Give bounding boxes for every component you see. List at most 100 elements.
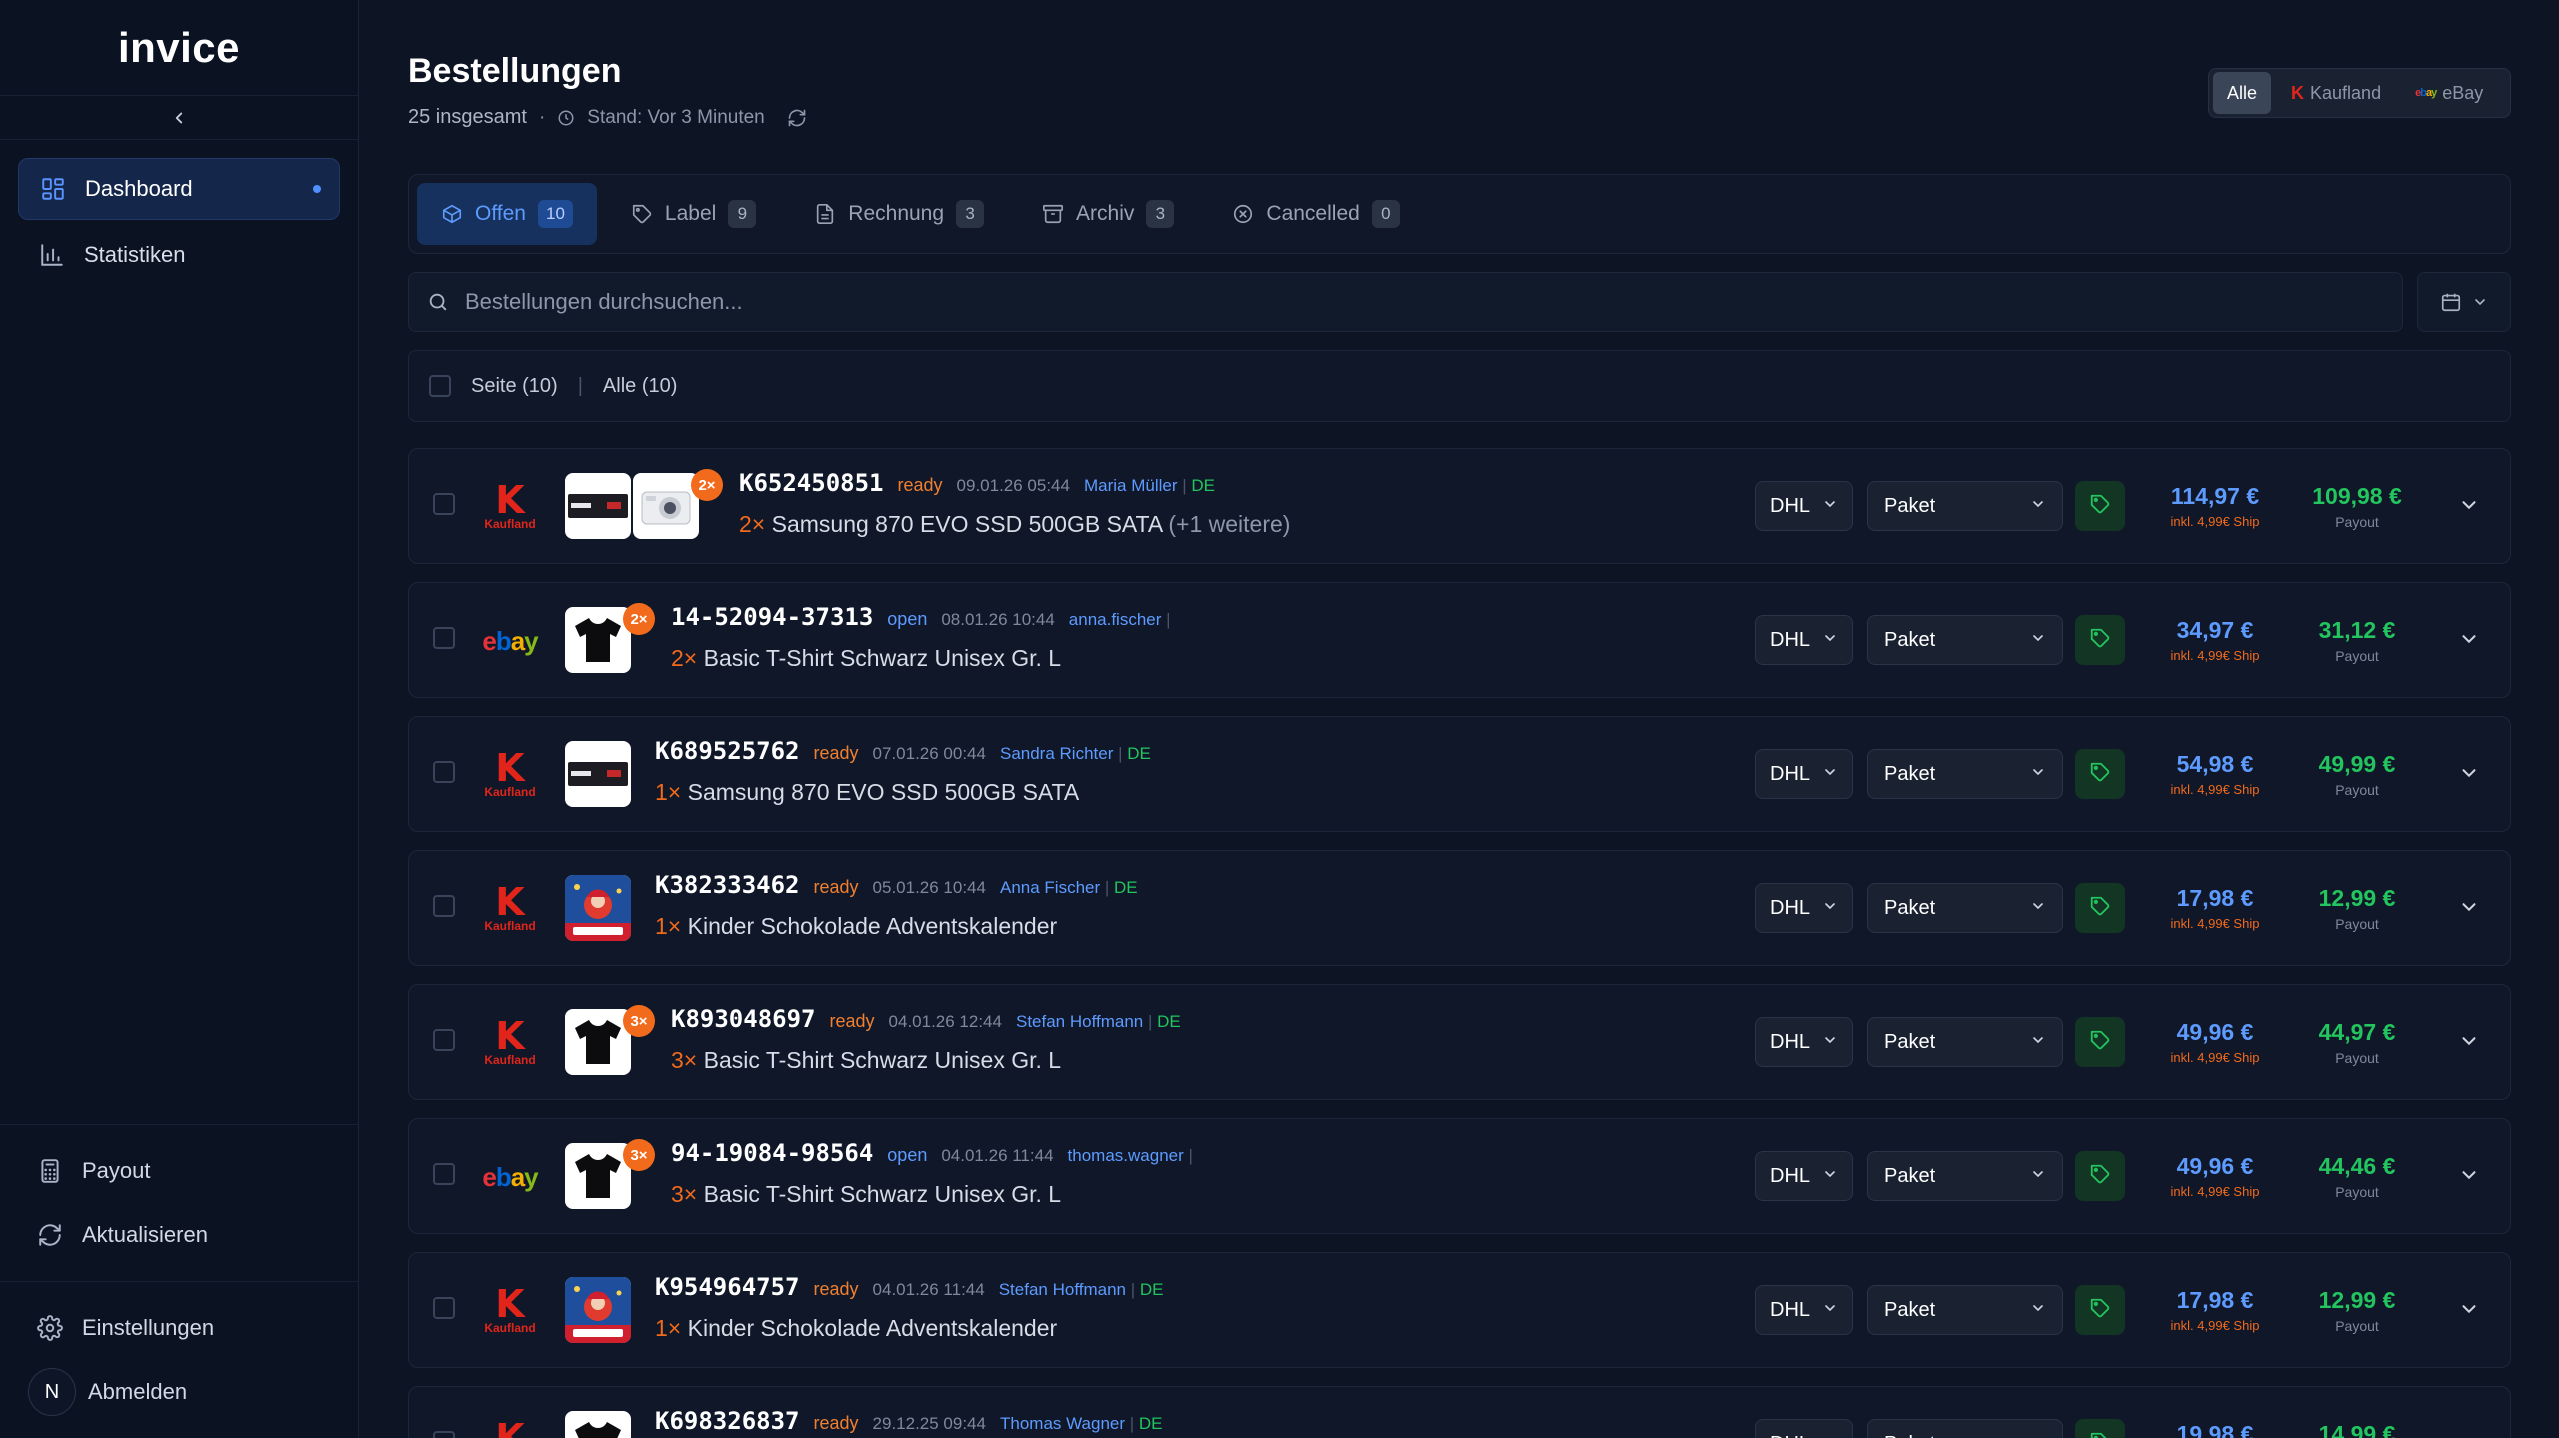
customer-name[interactable]: Sandra Richter (1000, 744, 1113, 763)
refresh-icon[interactable] (787, 108, 807, 128)
order-number[interactable]: 14-52094-37313 (671, 603, 873, 631)
tab-label[interactable]: Label 9 (607, 183, 780, 245)
order-checkbox[interactable] (433, 1297, 455, 1319)
expand-order-button[interactable] (2451, 757, 2487, 793)
kaufland-logo: KKaufland (479, 1015, 541, 1071)
app-logo[interactable]: invice (0, 0, 358, 96)
order-number[interactable]: K893048697 (671, 1005, 816, 1033)
expand-order-button[interactable] (2451, 1293, 2487, 1329)
tab-cancelled[interactable]: Cancelled 0 (1208, 183, 1423, 245)
product-image-calendar[interactable] (565, 1277, 631, 1343)
order-checkbox[interactable] (433, 493, 455, 515)
order-checkbox[interactable] (433, 627, 455, 649)
product-image-shirt[interactable] (565, 1411, 631, 1438)
order-number[interactable]: K698326837 (655, 1407, 800, 1435)
tab-offen[interactable]: Offen 10 (417, 183, 597, 245)
package-type-select[interactable]: Paket (1867, 1419, 2063, 1438)
order-row[interactable]: K Kaufland K689525762 ready 07.01.26 00:44 Sa… (408, 716, 2511, 832)
order-number[interactable]: K652450851 (739, 469, 884, 497)
expand-order-button[interactable] (2451, 1025, 2487, 1061)
sidebar-item-statistiken[interactable]: Statistiken (18, 224, 340, 286)
order-number[interactable]: K382333462 (655, 871, 800, 899)
expand-order-button[interactable] (2451, 891, 2487, 927)
marketplace-all[interactable]: Alle (2213, 72, 2272, 114)
order-checkbox[interactable] (433, 1163, 455, 1185)
expand-order-button[interactable] (2451, 1159, 2487, 1195)
create-label-button[interactable] (2075, 615, 2125, 665)
select-all-option[interactable]: Alle (10) (603, 375, 677, 398)
order-number[interactable]: 94-19084-98564 (671, 1139, 873, 1167)
product-image-shirt[interactable] (565, 607, 631, 673)
order-row[interactable]: K Kaufland K382333462 ready 05.01.26 10:44 An… (408, 850, 2511, 966)
refresh-button[interactable]: Aktualisieren (18, 1203, 340, 1267)
product-image-ssd[interactable] (565, 741, 631, 807)
tab-rechnung[interactable]: Rechnung 3 (790, 183, 1008, 245)
package-type-select[interactable]: Paket (1867, 1285, 2063, 1335)
marketplace-ebay-label: eBay (2442, 82, 2484, 103)
marketplace-kaufland[interactable]: K Kaufland (2277, 72, 2395, 114)
package-type-select[interactable]: Paket (1867, 1151, 2063, 1201)
carrier-select[interactable]: DHL (1755, 481, 1853, 531)
order-row[interactable]: KKaufland K698326837 ready 29.12.25 09:44 Th… (408, 1386, 2511, 1438)
product-image-ssd[interactable] (565, 473, 631, 539)
order-row[interactable]: ebay 3× 94-19084-98564 open 04.01.26 11:44 th… (408, 1118, 2511, 1234)
package-type-select[interactable]: Paket (1867, 1017, 2063, 1067)
create-label-button[interactable] (2075, 1285, 2125, 1335)
carrier-select[interactable]: DHL (1755, 615, 1853, 665)
create-label-button[interactable] (2075, 1419, 2125, 1438)
customer-name[interactable]: Stefan Hoffmann (999, 1280, 1126, 1299)
carrier-select[interactable]: DHL (1755, 1419, 1853, 1438)
date-filter-button[interactable] (2417, 272, 2511, 332)
select-page-option[interactable]: Seite (10) (471, 375, 558, 398)
product-image-camera[interactable] (633, 473, 699, 539)
order-row[interactable]: K Kaufland 2× K652450851 ready 09.01.26 05:44… (408, 448, 2511, 564)
order-number[interactable]: K689525762 (655, 737, 800, 765)
sidebar-item-dashboard[interactable]: Dashboard (18, 158, 340, 220)
ebay-letter: e (482, 625, 497, 656)
create-label-button[interactable] (2075, 749, 2125, 799)
customer-name[interactable]: Anna Fischer (1000, 878, 1100, 897)
dashboard-icon (39, 175, 67, 203)
product-image-shirt[interactable] (565, 1009, 631, 1075)
select-all-checkbox[interactable] (429, 375, 451, 397)
tab-archiv[interactable]: Archiv 3 (1018, 183, 1198, 245)
search-input[interactable] (465, 289, 2384, 315)
order-number[interactable]: K954964757 (655, 1273, 800, 1301)
customer-name[interactable]: Thomas Wagner (1000, 1414, 1125, 1433)
order-row[interactable]: K Kaufland 3× K893048697 ready 04.01.26 12:44… (408, 984, 2511, 1100)
create-label-button[interactable] (2075, 883, 2125, 933)
settings-button[interactable]: Einstellungen (18, 1296, 340, 1360)
create-label-button[interactable] (2075, 1151, 2125, 1201)
country-code: DE (1127, 744, 1151, 763)
customer-name[interactable]: thomas.wagner (1068, 1146, 1184, 1165)
create-label-button[interactable] (2075, 481, 2125, 531)
carrier-select[interactable]: DHL (1755, 1285, 1853, 1335)
collapse-sidebar-button[interactable] (0, 96, 358, 140)
carrier-select[interactable]: DHL (1755, 1017, 1853, 1067)
customer-name[interactable]: Stefan Hoffmann (1016, 1012, 1143, 1031)
expand-order-button[interactable] (2451, 623, 2487, 659)
order-checkbox[interactable] (433, 1431, 455, 1438)
package-type-select[interactable]: Paket (1867, 481, 2063, 531)
customer-name[interactable]: Maria Müller (1084, 476, 1178, 495)
logout-button[interactable]: N Abmelden (18, 1360, 340, 1424)
order-checkbox[interactable] (433, 895, 455, 917)
carrier-select[interactable]: DHL (1755, 883, 1853, 933)
package-type-select[interactable]: Paket (1867, 615, 2063, 665)
marketplace-ebay[interactable]: ebay eBay (2401, 72, 2497, 114)
expand-order-button[interactable] (2451, 1427, 2487, 1438)
create-label-button[interactable] (2075, 1017, 2125, 1067)
product-image-shirt[interactable] (565, 1143, 631, 1209)
order-row[interactable]: ebay 2× 14-52094-37313 open 08.01.26 10:44 an… (408, 582, 2511, 698)
order-checkbox[interactable] (433, 1029, 455, 1051)
package-type-select[interactable]: Paket (1867, 883, 2063, 933)
carrier-select[interactable]: DHL (1755, 749, 1853, 799)
order-row[interactable]: K Kaufland K954964757 ready 04.01.26 11:44 St… (408, 1252, 2511, 1368)
customer-name[interactable]: anna.fischer (1069, 610, 1162, 629)
order-checkbox[interactable] (433, 761, 455, 783)
package-type-select[interactable]: Paket (1867, 749, 2063, 799)
payout-button[interactable]: Payout (18, 1139, 340, 1203)
expand-order-button[interactable] (2451, 489, 2487, 525)
carrier-select[interactable]: DHL (1755, 1151, 1853, 1201)
product-image-calendar[interactable] (565, 875, 631, 941)
